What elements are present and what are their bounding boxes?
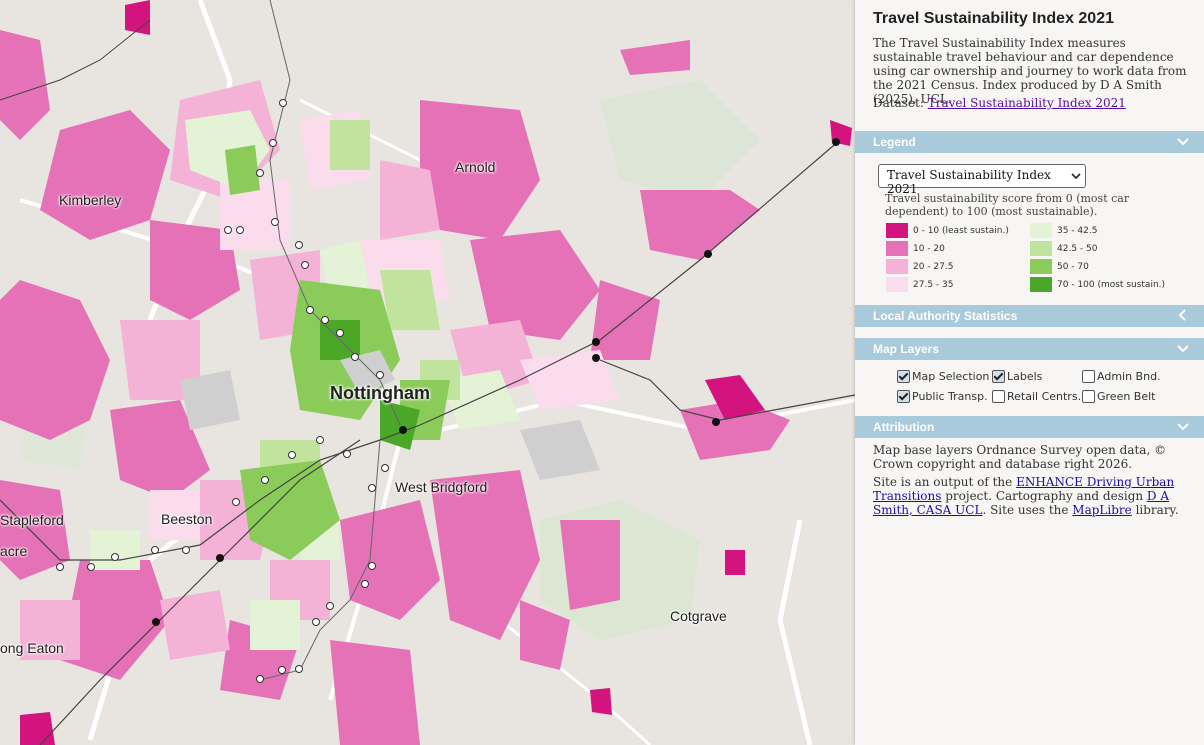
chevron-down-icon (1177, 423, 1189, 431)
attribution-text-part: library. (1131, 503, 1179, 517)
panel-title: Travel Sustainability Index 2021 (873, 10, 1114, 27)
dataset-label: Dataset: (873, 96, 924, 110)
legend-swatch (1030, 277, 1052, 292)
legend-item-label: 27.5 - 35 (913, 280, 954, 290)
dataset-link[interactable]: Travel Sustainability Index 2021 (928, 96, 1126, 110)
attribution-header-label: Attribution (873, 420, 935, 434)
legend-swatch (886, 223, 908, 238)
chevron-down-icon (1177, 138, 1189, 146)
place-label-long-eaton: ong Eaton (0, 640, 64, 656)
legend-header[interactable]: Legend (855, 131, 1204, 153)
admin-bnd-checkbox[interactable] (1082, 370, 1095, 383)
public-transp-label: Public Transp. (912, 390, 988, 403)
maplibre-link[interactable]: MapLibre (1072, 503, 1131, 517)
chevron-down-icon (1071, 173, 1081, 180)
place-label-west-bridgford: West Bridgford (395, 479, 488, 495)
retail-centrs-checkbox[interactable] (992, 390, 1005, 403)
legend-swatch (1030, 259, 1052, 274)
place-label-cotgrave: Cotgrave (670, 608, 727, 624)
attribution-text-part: Site is an output of the (873, 475, 1017, 489)
map-layers-header-label: Map Layers (873, 342, 940, 356)
la-stats-header[interactable]: Local Authority Statistics (855, 305, 1204, 327)
legend-swatch (1030, 241, 1052, 256)
chevron-left-icon (1178, 309, 1186, 321)
attribution-text-part: . Site uses the (982, 503, 1073, 517)
map-layers (0, 0, 855, 745)
legend-swatch (1030, 223, 1052, 238)
dataset-line: Dataset: Travel Sustainability Index 202… (873, 96, 1126, 110)
legend-swatch (886, 259, 908, 274)
place-label-arnold: Arnold (455, 159, 496, 175)
legend-item-label: 35 - 42.5 (1057, 226, 1098, 236)
green-belt-label: Green Belt (1097, 390, 1156, 403)
legend-description: Travel sustainability score from 0 (most… (885, 192, 1130, 218)
attribution-header[interactable]: Attribution (855, 416, 1204, 438)
map-layers-header[interactable]: Map Layers (855, 338, 1204, 360)
legend-swatch (886, 277, 908, 292)
place-label-stapleford: Stapleford (0, 512, 64, 528)
admin-bnd-label: Admin Bnd. (1097, 370, 1161, 383)
attribution-project-text: Site is an output of the ENHANCE Driving… (873, 475, 1183, 517)
side-panel: Travel Sustainability Index 2021 The Tra… (855, 0, 1204, 745)
public-transp-checkbox[interactable] (897, 390, 910, 403)
place-label-acre: acre (0, 543, 28, 559)
map-selection-checkbox[interactable] (897, 370, 910, 383)
legend-item-label: 10 - 20 (913, 244, 945, 254)
attribution-text: Map base layers Ordnance Survey open dat… (873, 443, 1167, 471)
legend-item-label: 42.5 - 50 (1057, 244, 1098, 254)
legend-item-label: 50 - 70 (1057, 262, 1089, 272)
legend-swatch (886, 241, 908, 256)
retail-centrs-label: Retail Centrs. (1007, 390, 1082, 403)
place-label-beeston: Beeston (161, 511, 213, 527)
map-canvas[interactable]: Arnold Kimberley Nottingham West Bridgfo… (0, 0, 855, 745)
legend-header-label: Legend (873, 135, 916, 149)
legend-item-label: 20 - 27.5 (913, 262, 954, 272)
place-label-nottingham: Nottingham (330, 383, 430, 403)
chevron-down-icon (1177, 345, 1189, 353)
green-belt-checkbox[interactable] (1082, 390, 1095, 403)
la-stats-header-label: Local Authority Statistics (873, 309, 1018, 323)
place-label-kimberley: Kimberley (59, 192, 122, 208)
legend-item-label: 70 - 100 (most sustain.) (1057, 280, 1166, 290)
legend-item-label: 0 - 10 (least sustain.) (913, 226, 1009, 236)
labels-checkbox[interactable] (992, 370, 1005, 383)
map-selection-label: Map Selection (912, 370, 990, 383)
attribution-text-part: project. Cartography and design (941, 489, 1147, 503)
legend-layer-select[interactable]: Travel Sustainability Index 2021 (878, 164, 1086, 196)
labels-label: Labels (1007, 370, 1043, 383)
